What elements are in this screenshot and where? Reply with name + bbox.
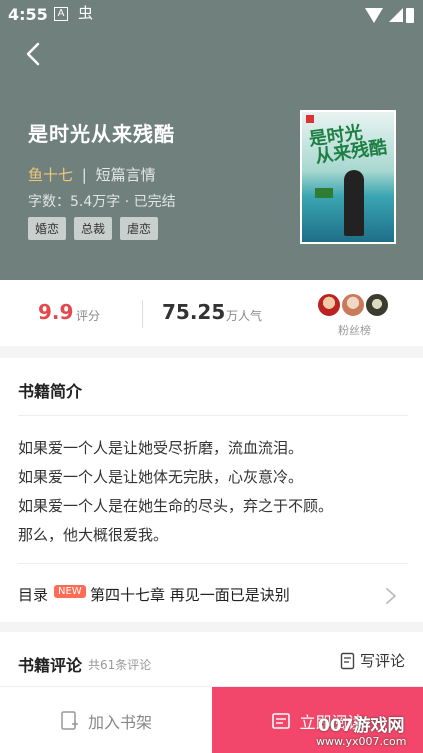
meta-dot: · [124,194,130,210]
intro-text: 如果爱一个人是让她受尽折磨，流血流泪。 如果爱一个人是让她体无完肤，心灰意冷。 … [18,434,408,550]
rating-label: 评分 [76,309,101,323]
book-title: 是时光从来残酷 [28,122,175,146]
latest-chapter: 第四十七章 再见一面已是诀别 [90,586,290,604]
read-icon [272,712,291,729]
cover-title-art: 是时光 从来残酷 [307,121,389,168]
completion-status: 已完结 [133,194,176,210]
status-time: 4:55 [8,5,48,24]
write-review-label: 写评论 [360,652,406,670]
intro-line: 那么，他大概很爱我。 [18,526,169,544]
book-intro-section: 书籍简介 如果爱一个人是让她受尽折磨，流血流泪。 如果爱一个人是让她体无完肤，心… [0,358,423,564]
watermark-logo: 007游戏网 [318,716,405,736]
add-to-shelf-button[interactable]: 加入书架 [0,687,212,753]
avatar [316,292,342,318]
write-review-button[interactable]: 写评论 [340,650,405,671]
stats-panel: 9.9 评分 75.25 万人气 粉丝榜 [0,280,423,346]
toc-label: 目录 [18,586,49,604]
battery-icon [406,8,414,23]
chevron-left-icon [26,42,40,66]
book-cover: 是时光 从来残酷 [300,110,396,244]
book-header: 是时光从来残酷 鱼十七 | 短篇言情 字数：5.4万字 · 已完结 婚恋 总裁 … [0,30,423,280]
popularity-value: 75.25 [162,300,226,324]
edit-icon [340,652,355,669]
publisher-logo [306,115,314,123]
back-button[interactable] [18,36,54,72]
reviews-section: 书籍评论 共61条评论 写评论 [0,632,423,686]
bottom-action-bar: 加入书架 立即阅读 007游戏网 www.yx007.com [0,686,423,753]
wifi-icon [365,8,383,23]
tag[interactable]: 虐恋 [120,217,159,240]
tag[interactable]: 婚恋 [28,217,67,240]
word-count-status: 字数：5.4万字 · 已完结 [28,191,176,211]
intro-line: 如果爱一个人是让她受尽折磨，流血流泪。 [18,439,304,457]
divider [18,415,408,416]
fans-ranking-label[interactable]: 粉丝榜 [338,322,371,338]
meta-separator: | [81,166,87,184]
reviews-count: 共61条评论 [88,658,152,672]
avatar [364,292,390,318]
reviews-title: 书籍评论 [18,656,83,675]
add-to-shelf-label: 加入书架 [87,712,152,732]
intro-line: 如果爱一个人是让她体无完肤，心灰意冷。 [18,468,304,486]
bookshelf-icon [61,710,78,730]
divider [142,300,143,328]
word-count: 字数：5.4万字 [28,194,121,210]
popularity-label: 万人气 [226,309,263,323]
tag-list: 婚恋 总裁 虐恋 [28,217,159,240]
cover-author-mark [315,188,333,198]
fan-avatars[interactable] [316,292,396,318]
cover-figure-illustration [344,170,364,236]
genre: 短篇言情 [95,166,156,184]
notification-bug-icon: 虫 [78,4,94,22]
avatar [340,292,366,318]
signal-icon [389,8,403,22]
notification-a-icon: A [54,7,68,21]
tag[interactable]: 总裁 [74,217,113,240]
intro-title: 书籍简介 [18,382,83,401]
chevron-right-icon [386,588,396,604]
author-genre-line: 鱼十七 | 短篇言情 [28,164,156,185]
intro-line: 如果爱一个人是在她生命的尽头，弃之于不顾。 [18,497,334,515]
new-badge: NEW [54,585,86,598]
watermark-url: www.yx007.com [316,735,407,748]
author-name[interactable]: 鱼十七 [28,166,73,184]
rating-value: 9.9 [38,300,74,324]
table-of-contents-row[interactable]: 目录 NEW 第四十七章 再见一面已是诀别 [0,564,423,622]
status-bar: 4:55 A 虫 [0,0,423,30]
